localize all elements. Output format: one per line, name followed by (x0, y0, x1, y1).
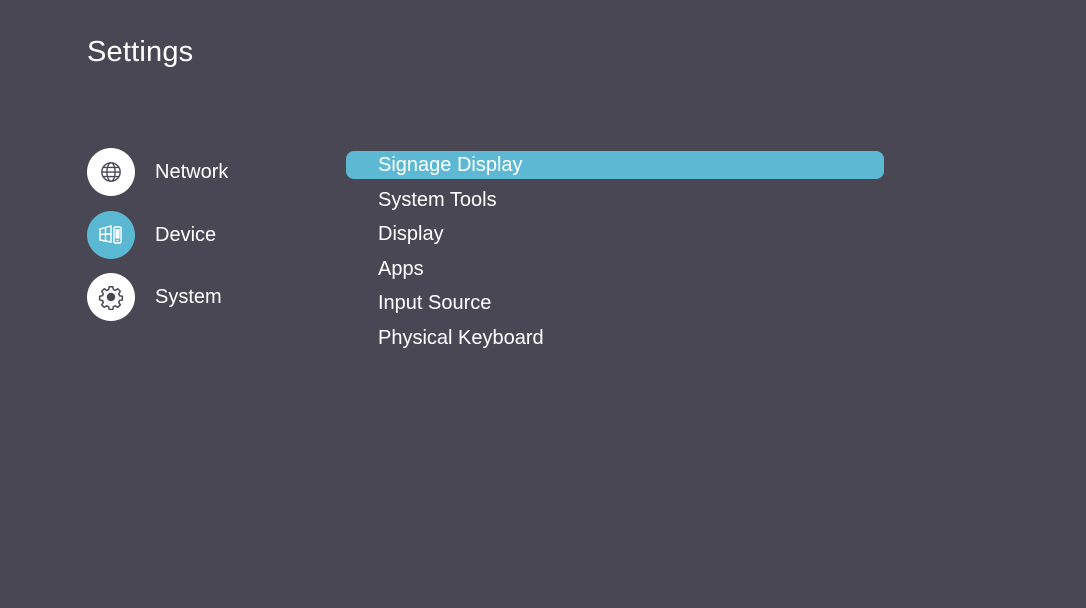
category-label-system: System (155, 286, 222, 308)
page-title: Settings (87, 36, 194, 68)
category-label-device: Device (155, 223, 217, 246)
category-list: Network Device System (87, 148, 327, 336)
submenu-item-signage-display[interactable]: Signage Display (346, 151, 884, 179)
device-icon (98, 223, 124, 247)
settings-screen: Settings Network Device System Signage D… (0, 0, 1086, 608)
system-icon-circle (87, 273, 135, 321)
submenu-item-system-tools[interactable]: System Tools (346, 186, 884, 214)
submenu-item-physical-keyboard[interactable]: Physical Keyboard (346, 324, 884, 352)
submenu-item-display[interactable]: Display (346, 220, 884, 248)
submenu-item-apps[interactable]: Apps (346, 255, 884, 283)
submenu-item-input-source[interactable]: Input Source (346, 289, 884, 317)
device-icon-circle (87, 210, 135, 259)
category-network[interactable]: Network (87, 148, 327, 196)
category-label-network: Network (155, 161, 229, 183)
gear-icon (98, 284, 124, 310)
globe-icon (100, 161, 122, 183)
network-icon-circle (87, 148, 135, 196)
category-device[interactable]: Device (87, 210, 327, 259)
device-submenu: Signage Display System Tools Display App… (346, 151, 884, 358)
category-system[interactable]: System (87, 273, 327, 321)
